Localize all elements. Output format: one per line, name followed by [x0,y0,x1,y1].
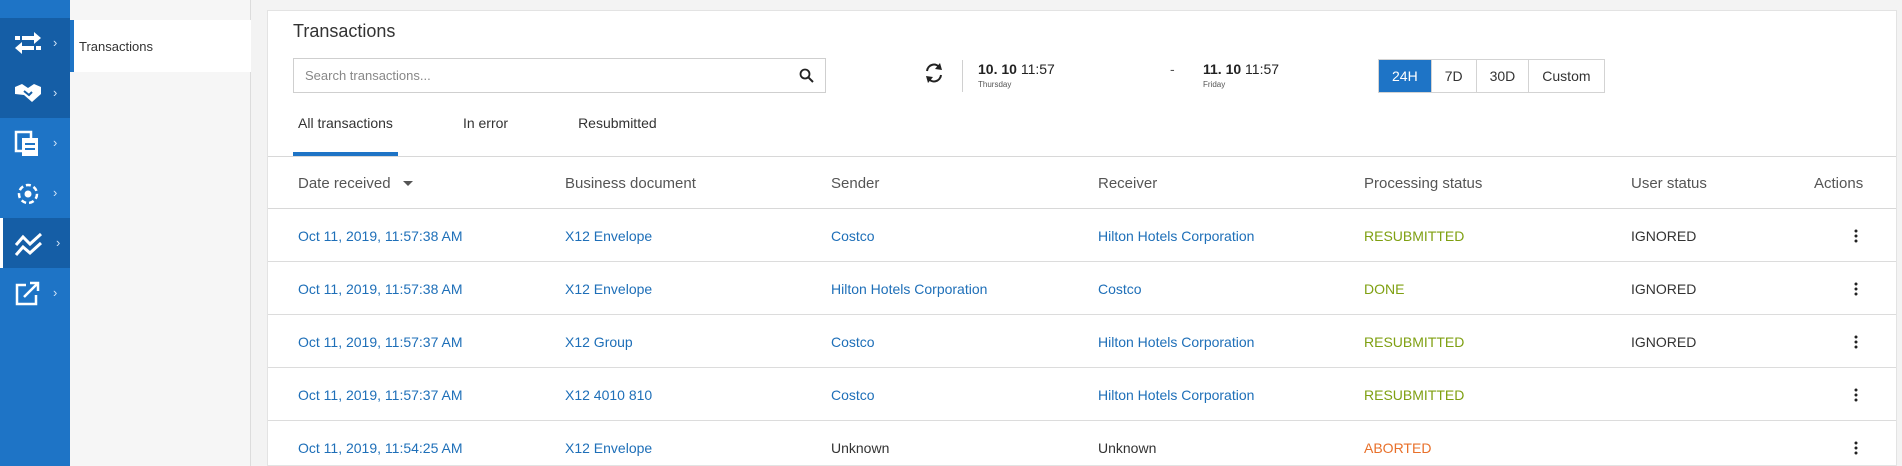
range-selector: 24H 7D 30D Custom [1378,59,1605,93]
transfer-arrows-icon [15,32,41,54]
flyout-item-label: Transactions [79,38,153,54]
column-header-receiver[interactable]: Receiver [1098,157,1157,210]
row-actions-kebab-icon[interactable] [1854,368,1858,421]
cell-date[interactable]: Oct 11, 2019, 11:57:38 AM [298,262,462,315]
cell-processing-status: ABORTED [1364,439,1432,456]
row-actions-kebab-icon[interactable] [1854,209,1858,262]
cell-user-status: IGNORED [1631,280,1697,297]
row-actions-kebab-icon[interactable] [1854,421,1858,466]
cell-document[interactable]: X12 Envelope [565,421,652,466]
cell-date[interactable]: Oct 11, 2019, 11:57:38 AM [298,209,462,262]
cell-receiver[interactable]: Hilton Hotels Corporation [1098,209,1254,262]
cell-sender[interactable]: Hilton Hotels Corporation [831,262,987,315]
column-header-actions: Actions [1814,175,1864,192]
table-row[interactable]: Oct 11, 2019, 11:57:38 AM X12 Envelope C… [268,209,1896,262]
date-from-date: 10. 10 [978,61,1017,77]
chevron-right-icon: › [56,235,61,250]
table-row[interactable]: Oct 11, 2019, 11:57:37 AM X12 Group Cost… [268,315,1896,368]
nav-partners[interactable]: › [0,68,70,118]
cell-user-status: IGNORED [1631,227,1697,244]
row-actions-kebab-icon[interactable] [1854,262,1858,315]
divider [962,60,963,92]
table-row[interactable]: Oct 11, 2019, 11:54:25 AM X12 Envelope U… [268,421,1896,466]
nav-external[interactable]: › [0,268,70,318]
documents-icon [14,130,38,156]
cell-document[interactable]: X12 Envelope [565,209,652,262]
cell-processing-status: RESUBMITTED [1364,386,1465,403]
cell-sender[interactable]: Costco [831,209,875,262]
date-from-time: 11:57 [1020,61,1055,77]
row-actions-kebab-icon[interactable] [1854,315,1858,368]
cell-sender[interactable]: Costco [831,368,875,421]
range-7d-button[interactable]: 7D [1430,60,1476,92]
search-box [293,58,826,93]
cell-receiver: Unknown [1098,439,1157,456]
cell-document[interactable]: X12 Envelope [565,262,652,315]
chevron-right-icon: › [53,285,58,300]
refresh-icon[interactable] [923,62,945,84]
transactions-panel: Transactions 10. 10 11:57 Thursday - 11.… [267,10,1897,466]
chevron-right-icon: › [53,85,58,100]
cell-receiver[interactable]: Hilton Hotels Corporation [1098,368,1254,421]
cell-receiver[interactable]: Costco [1098,262,1142,315]
date-to-date: 11. 10 [1203,61,1242,77]
cell-processing-status: RESUBMITTED [1364,227,1465,244]
search-input[interactable] [294,59,774,92]
handshake-icon [15,84,41,102]
external-link-icon [15,281,40,306]
column-header-processing-status[interactable]: Processing status [1364,157,1482,210]
transactions-table: Date received Business document Sender R… [268,156,1896,466]
column-header-user-status[interactable]: User status [1631,157,1707,210]
nav-network[interactable]: › [0,168,70,218]
table-row[interactable]: Oct 11, 2019, 11:57:38 AM X12 Envelope H… [268,262,1896,315]
tab-in-error[interactable]: In error [458,113,513,156]
date-to-time: 11:57 [1245,61,1280,77]
date-to-day: Friday [1203,80,1226,89]
flyout-item-transactions[interactable]: Transactions [70,20,251,72]
range-custom-button[interactable]: Custom [1528,60,1604,92]
table-header: Date received Business document Sender R… [268,156,1896,209]
cell-date[interactable]: Oct 11, 2019, 11:57:37 AM [298,368,462,421]
chevron-right-icon: › [53,35,58,50]
cell-sender: Unknown [831,439,890,456]
page-title: Transactions [293,21,396,41]
date-to[interactable]: 11. 10 11:57 Friday [1203,61,1279,89]
sort-descending-icon[interactable] [402,181,413,186]
range-30d-button[interactable]: 30D [1475,60,1529,92]
cell-processing-status: DONE [1364,280,1405,297]
cell-date[interactable]: Oct 11, 2019, 11:54:25 AM [298,421,462,466]
tab-bar: All transactions In error Resubmitted [293,113,722,156]
nav-transactions[interactable]: › [0,18,70,68]
cell-document[interactable]: X12 Group [565,315,633,368]
nav-analytics[interactable]: › [0,218,70,268]
cell-document[interactable]: X12 4010 810 [565,368,652,421]
cell-receiver[interactable]: Hilton Hotels Corporation [1098,315,1254,368]
cell-user-status: IGNORED [1631,333,1697,350]
column-header-sender[interactable]: Sender [831,157,879,210]
tab-all-transactions[interactable]: All transactions [293,113,398,156]
tab-resubmitted[interactable]: Resubmitted [573,113,662,156]
column-header-document[interactable]: Business document [565,157,696,210]
side-rail: › › › › › › [0,0,70,466]
column-header-date[interactable]: Date received [298,157,413,210]
cell-processing-status: RESUBMITTED [1364,333,1465,350]
range-24h-button[interactable]: 24H [1379,60,1431,92]
column-header-date-label: Date received [298,175,391,192]
cell-date[interactable]: Oct 11, 2019, 11:57:37 AM [298,315,462,368]
cell-sender[interactable]: Costco [831,315,875,368]
nav-flyout: Transactions [70,0,251,466]
analytics-icon [14,232,43,256]
chevron-right-icon: › [53,185,58,200]
nav-documents[interactable]: › [0,118,70,168]
date-from[interactable]: 10. 10 11:57 Thursday [978,61,1055,89]
date-separator: - [1170,61,1175,77]
chevron-right-icon: › [53,135,58,150]
date-from-day: Thursday [978,80,1012,89]
table-row[interactable]: Oct 11, 2019, 11:57:37 AM X12 4010 810 C… [268,368,1896,421]
search-icon[interactable] [799,68,814,83]
network-gear-icon [17,183,39,205]
